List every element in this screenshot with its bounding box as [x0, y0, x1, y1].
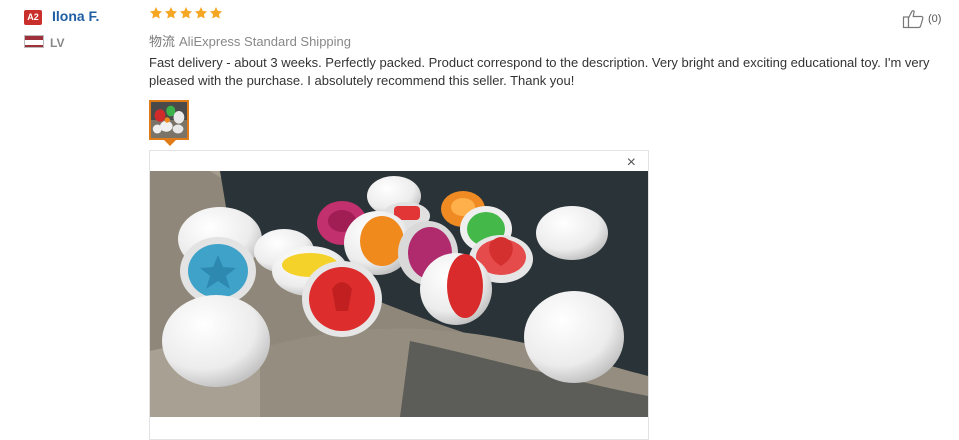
logistics-label: 物流: [149, 34, 176, 49]
star-icon: [149, 6, 163, 24]
buyer-level-badge: A2: [24, 10, 42, 25]
review-text: Fast delivery - about 3 weeks. Perfectly…: [149, 55, 930, 88]
review-photo-thumbnail[interactable]: [149, 100, 189, 140]
reviewer-country: LV: [50, 36, 65, 50]
country-flag-icon: [24, 35, 44, 48]
close-viewer-button[interactable]: ×: [627, 155, 636, 171]
thumbnail-selected-pointer: [164, 140, 176, 146]
helpful-button[interactable]: (0): [902, 9, 941, 29]
star-icon: [164, 6, 178, 24]
photo-viewer: ×: [149, 150, 649, 440]
rating-stars: [149, 6, 223, 24]
shipping-method: AliExpress Standard Shipping: [179, 34, 352, 49]
star-icon: [194, 6, 208, 24]
star-icon: [179, 6, 193, 24]
helpful-count: (0): [928, 13, 942, 25]
shipping-info: 物流 AliExpress Standard Shipping: [149, 31, 351, 50]
flag-band-bottom: [25, 44, 43, 47]
star-icon: [209, 6, 223, 24]
thumbs-up-icon: [902, 9, 926, 29]
review-photo: [150, 171, 648, 417]
reviewer-name: Ilona F.: [52, 8, 100, 24]
